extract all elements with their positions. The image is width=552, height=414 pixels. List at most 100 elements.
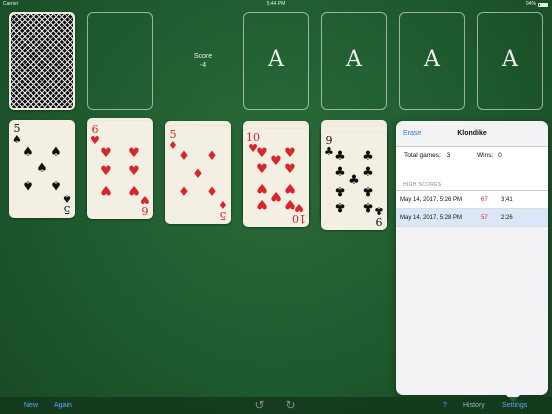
- card-corner-bottom: 6 ♥: [140, 193, 150, 217]
- stock-pile[interactable]: [9, 12, 75, 110]
- card-suit-icon: ♥: [90, 134, 100, 147]
- club-icon: ♣: [334, 165, 346, 180]
- score-points: 67: [481, 197, 488, 203]
- foundation-slot-3[interactable]: A: [399, 12, 465, 110]
- foundation-label: A: [346, 47, 362, 72]
- waste-slot[interactable]: [87, 12, 153, 110]
- status-bar: Carrier 5:44 PM 94%: [0, 0, 552, 9]
- total-games-value: 3: [446, 152, 451, 159]
- heart-icon: ♥: [100, 146, 112, 161]
- foundation-slot-4[interactable]: A: [477, 12, 543, 110]
- bottom-toolbar: New Again ↺ ↻ ? History Settings: [0, 397, 552, 414]
- card-corner-top: 5 ♠: [12, 123, 22, 145]
- card-suit-icon: ♣: [374, 204, 384, 217]
- undo-icon[interactable]: ↺: [253, 399, 266, 412]
- heart-icon: ♥: [256, 180, 268, 195]
- wins-label: Wins:: [477, 152, 494, 159]
- history-popover: Erase Klondike Total games: 3 Wins: 0 HI…: [396, 121, 548, 402]
- spade-icon: ♠: [22, 177, 34, 192]
- spade-icon: ♠: [22, 145, 34, 160]
- help-button[interactable]: ?: [443, 397, 447, 414]
- club-icon: ♣: [362, 149, 374, 164]
- foundation-slot-2[interactable]: A: [321, 12, 387, 110]
- again-button[interactable]: Again: [54, 397, 72, 414]
- card-rank: 5: [219, 209, 227, 222]
- score-time: 3:41: [501, 197, 513, 203]
- card-rank: 10: [292, 212, 306, 225]
- score-date: May 14, 2017, 5:26 PM: [400, 197, 463, 203]
- battery-icon: [538, 2, 548, 7]
- high-score-row[interactable]: May 14, 2017, 5:28 PM 57 2:26: [396, 209, 548, 227]
- tableau-card-2[interactable]: 6 ♥ ♥ ♥ ♥ ♥ ♥ ♥ 6 ♥: [87, 121, 153, 219]
- high-score-row[interactable]: May 14, 2017, 5:26 PM 67 3:41: [396, 191, 548, 209]
- club-icon: ♣: [334, 183, 346, 198]
- heart-icon: ♥: [100, 164, 112, 179]
- heart-icon: ♥: [284, 180, 296, 195]
- club-icon: ♣: [334, 149, 346, 164]
- club-icon: ♣: [348, 173, 360, 188]
- clock: 5:44 PM: [266, 1, 286, 7]
- popover-title: Klondike: [457, 130, 487, 137]
- spade-icon: ♠: [36, 161, 48, 176]
- card-rank: 5: [63, 203, 71, 216]
- heart-icon: ♥: [256, 162, 268, 177]
- foundation-label: A: [502, 47, 518, 72]
- heart-icon: ♥: [256, 146, 268, 161]
- heart-icon: ♥: [284, 146, 296, 161]
- score-label: Score: [193, 53, 213, 60]
- card-corner-bottom: 5 ♠: [62, 192, 72, 216]
- foundation-label: A: [424, 47, 440, 72]
- wins-value: 0: [498, 152, 502, 159]
- heart-icon: ♥: [256, 196, 268, 211]
- redo-icon[interactable]: ↻: [284, 399, 297, 412]
- tableau-card-4[interactable]: 10 ♥ ♥ ♥ ♥ ♥ ♥ ♥ ♥ ♥ ♥ ♥ 10 ♥: [243, 129, 309, 227]
- popover-header: Erase Klondike: [396, 121, 548, 147]
- spade-icon: ♠: [50, 145, 62, 160]
- club-icon: ♣: [362, 183, 374, 198]
- score-display: Score -4: [170, 52, 236, 70]
- diamond-icon: ♦: [206, 149, 218, 164]
- new-game-button[interactable]: New: [24, 397, 38, 414]
- heart-icon: ♥: [284, 162, 296, 177]
- club-icon: ♣: [334, 199, 346, 214]
- heart-icon: ♥: [100, 182, 112, 197]
- score-points: 57: [481, 215, 488, 221]
- foundation-label: A: [268, 47, 284, 72]
- score-value: -4: [199, 62, 207, 69]
- card-corner-top: 5 ♦: [168, 129, 178, 151]
- card-corner-bottom: 5 ♦: [218, 198, 228, 222]
- history-button[interactable]: History: [463, 397, 485, 414]
- spade-icon: ♠: [50, 177, 62, 192]
- diamond-icon: ♦: [206, 185, 218, 200]
- tableau-card-1[interactable]: 5 ♠ ♠ ♠ ♠ ♠ ♠ 5 ♠: [9, 120, 75, 218]
- heart-icon: ♥: [128, 182, 140, 197]
- settings-button[interactable]: Settings: [502, 397, 527, 414]
- card-suit-icon: ♠: [12, 133, 22, 146]
- card-corner-bottom: 10 ♥: [292, 201, 306, 225]
- heart-icon: ♥: [270, 154, 282, 169]
- high-scores-header: HIGH SCORES: [403, 182, 442, 188]
- total-games: Total games: 3: [404, 152, 450, 159]
- card-rank: 6: [141, 204, 149, 217]
- tableau-card-5[interactable]: 9 ♣ ♣ ♣ ♣ ♣ ♣ ♣ ♣ ♣ ♣ 9 ♣: [321, 132, 387, 230]
- card-suit-icon: ♠: [62, 192, 72, 205]
- tableau-card-3[interactable]: 5 ♦ ♦ ♦ ♦ ♦ ♦ 5 ♦: [165, 126, 231, 224]
- card-corner-bottom: 9 ♣: [374, 204, 384, 228]
- club-icon: ♣: [362, 199, 374, 214]
- heart-icon: ♥: [270, 188, 282, 203]
- foundation-slot-1[interactable]: A: [243, 12, 309, 110]
- diamond-icon: ♦: [178, 185, 190, 200]
- total-games-label: Total games:: [404, 152, 441, 159]
- card-rank: 9: [375, 215, 383, 228]
- heart-icon: ♥: [128, 164, 140, 179]
- card-suit-icon: ♥: [294, 201, 304, 214]
- battery-indicator: 94%: [526, 0, 548, 9]
- club-icon: ♣: [362, 165, 374, 180]
- card-corner-top: 6 ♥: [90, 124, 100, 146]
- score-time: 2:26: [501, 215, 513, 221]
- wins: Wins: 0: [477, 152, 502, 159]
- score-date: May 14, 2017, 5:28 PM: [400, 215, 463, 221]
- battery-percent: 94%: [525, 1, 536, 7]
- diamond-icon: ♦: [192, 167, 204, 182]
- diamond-icon: ♦: [178, 149, 190, 164]
